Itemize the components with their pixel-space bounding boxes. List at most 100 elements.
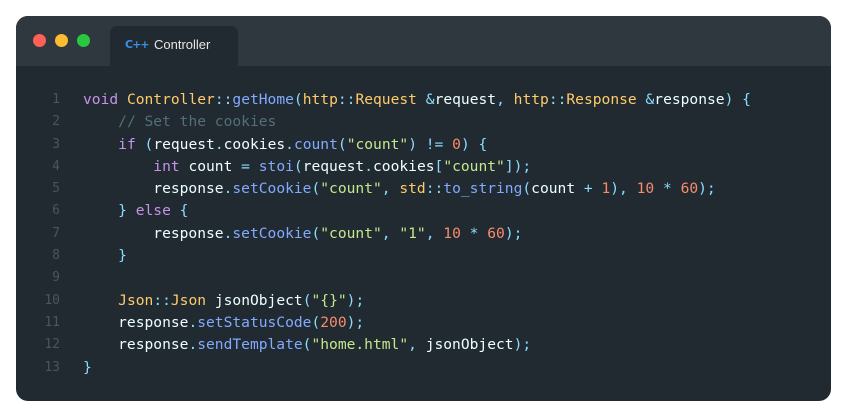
code-token: response xyxy=(83,180,224,198)
code-token: ]); xyxy=(504,157,532,175)
code-token: ( xyxy=(311,313,321,331)
code-token: 200 xyxy=(320,313,347,331)
code-line: 9 xyxy=(16,267,831,289)
code-token: ) { xyxy=(460,135,488,153)
code-token: * xyxy=(654,180,681,198)
code-token: . xyxy=(285,135,294,153)
code-token: response xyxy=(83,224,224,242)
code-token: http xyxy=(513,91,549,108)
close-button[interactable] xyxy=(33,34,46,47)
code-token: Request xyxy=(355,91,417,108)
line-source: void Controller::getHome(http::Request &… xyxy=(83,89,751,111)
line-source: } xyxy=(83,357,92,379)
line-number: 6 xyxy=(52,203,60,219)
code-line: 12 response.sendTemplate("home.html", js… xyxy=(16,334,831,356)
code-token: "{}" xyxy=(311,291,347,309)
line-source: if (request.cookies.count("count") != 0)… xyxy=(83,134,487,156)
code-token: + xyxy=(583,180,602,198)
code-token: ( xyxy=(522,180,532,198)
tab-label: Controller xyxy=(154,37,211,52)
code-token: . xyxy=(188,313,198,331)
code-token: http xyxy=(302,91,338,108)
line-source: response.setCookie("count", "1", 10 * 60… xyxy=(83,223,522,245)
code-token: ); xyxy=(698,180,716,198)
code-line: 1 void Controller::getHome(http::Request … xyxy=(16,89,831,111)
code-token: setCookie xyxy=(232,180,312,198)
minimize-button[interactable] xyxy=(55,34,68,47)
code-token: [ xyxy=(434,157,444,175)
maximize-button[interactable] xyxy=(77,34,90,47)
code-token: stoi xyxy=(258,157,294,175)
code-token: "count" xyxy=(320,180,382,198)
code-token: :: xyxy=(153,291,171,309)
code-token: } xyxy=(118,247,127,265)
code-line: 7 response.setCookie("count", "1", 10 * … xyxy=(16,223,831,245)
code-token: 0 xyxy=(452,135,461,153)
code-token: { xyxy=(170,202,189,220)
code-token: count xyxy=(293,135,338,153)
code-token: :: xyxy=(337,91,356,108)
code-token: 10 xyxy=(443,224,461,242)
code-token: getHome xyxy=(232,91,294,108)
code-token: ( xyxy=(337,135,347,153)
line-number: 4 xyxy=(52,158,60,174)
tab-controller[interactable]: C++ Controller xyxy=(110,26,238,66)
code-line: 5 response.setCookie("count", std::to_st… xyxy=(16,178,831,200)
code-token: "1" xyxy=(399,224,426,242)
line-source: // Set the cookies xyxy=(83,111,276,133)
code-token: Response xyxy=(566,91,637,108)
code-token: & xyxy=(645,91,655,108)
code-token: ); xyxy=(504,224,523,242)
line-number: 7 xyxy=(52,225,60,241)
code-token: Json xyxy=(118,291,154,309)
code-token: = xyxy=(241,157,259,175)
code-token: & xyxy=(425,91,435,108)
code-editor[interactable]: 1 void Controller::getHome(http::Request … xyxy=(16,89,831,379)
line-number: 11 xyxy=(44,314,60,330)
code-token: 10 xyxy=(636,180,655,198)
title-bar: C++ Controller xyxy=(16,16,831,66)
code-token: cookies xyxy=(373,157,435,175)
code-token: 1 xyxy=(601,180,611,198)
code-token: ), xyxy=(610,180,637,198)
line-number: 1 xyxy=(52,92,60,107)
code-token: count xyxy=(179,157,242,175)
line-source: response.setStatusCode(200); xyxy=(83,312,364,334)
code-token: setStatusCode xyxy=(197,313,312,331)
line-source: int count = stoi(request.cookies["count"… xyxy=(83,156,531,178)
code-token: request xyxy=(434,91,497,108)
code-token: Controller xyxy=(126,91,215,108)
code-token: // Set the cookies xyxy=(118,113,277,131)
code-token: ( xyxy=(302,291,312,309)
code-token: , xyxy=(425,224,444,242)
code-token: sendTemplate xyxy=(197,336,303,354)
code-token: int xyxy=(153,157,180,175)
code-token: :: xyxy=(548,91,567,108)
line-number: 5 xyxy=(52,181,60,197)
line-number: 3 xyxy=(52,136,60,152)
code-token: ) { xyxy=(724,91,751,108)
code-token: , xyxy=(496,91,514,108)
code-token: "count" xyxy=(320,224,382,242)
cpp-language-icon: C++ xyxy=(125,38,149,51)
code-token: . xyxy=(214,135,224,153)
code-token: "count" xyxy=(346,135,409,153)
line-number: 9 xyxy=(52,270,60,286)
line-source: } xyxy=(83,245,127,267)
code-token: jsonObject xyxy=(425,336,514,354)
code-token: ); xyxy=(513,336,532,354)
line-number: 2 xyxy=(52,114,60,130)
code-line: 11 response.setStatusCode(200); xyxy=(16,312,831,334)
code-token: , xyxy=(408,336,426,354)
code-token: :: xyxy=(425,180,444,198)
code-token: * xyxy=(460,224,488,242)
code-line: 6 } else { xyxy=(16,200,831,222)
code-token: ) != xyxy=(408,135,453,153)
